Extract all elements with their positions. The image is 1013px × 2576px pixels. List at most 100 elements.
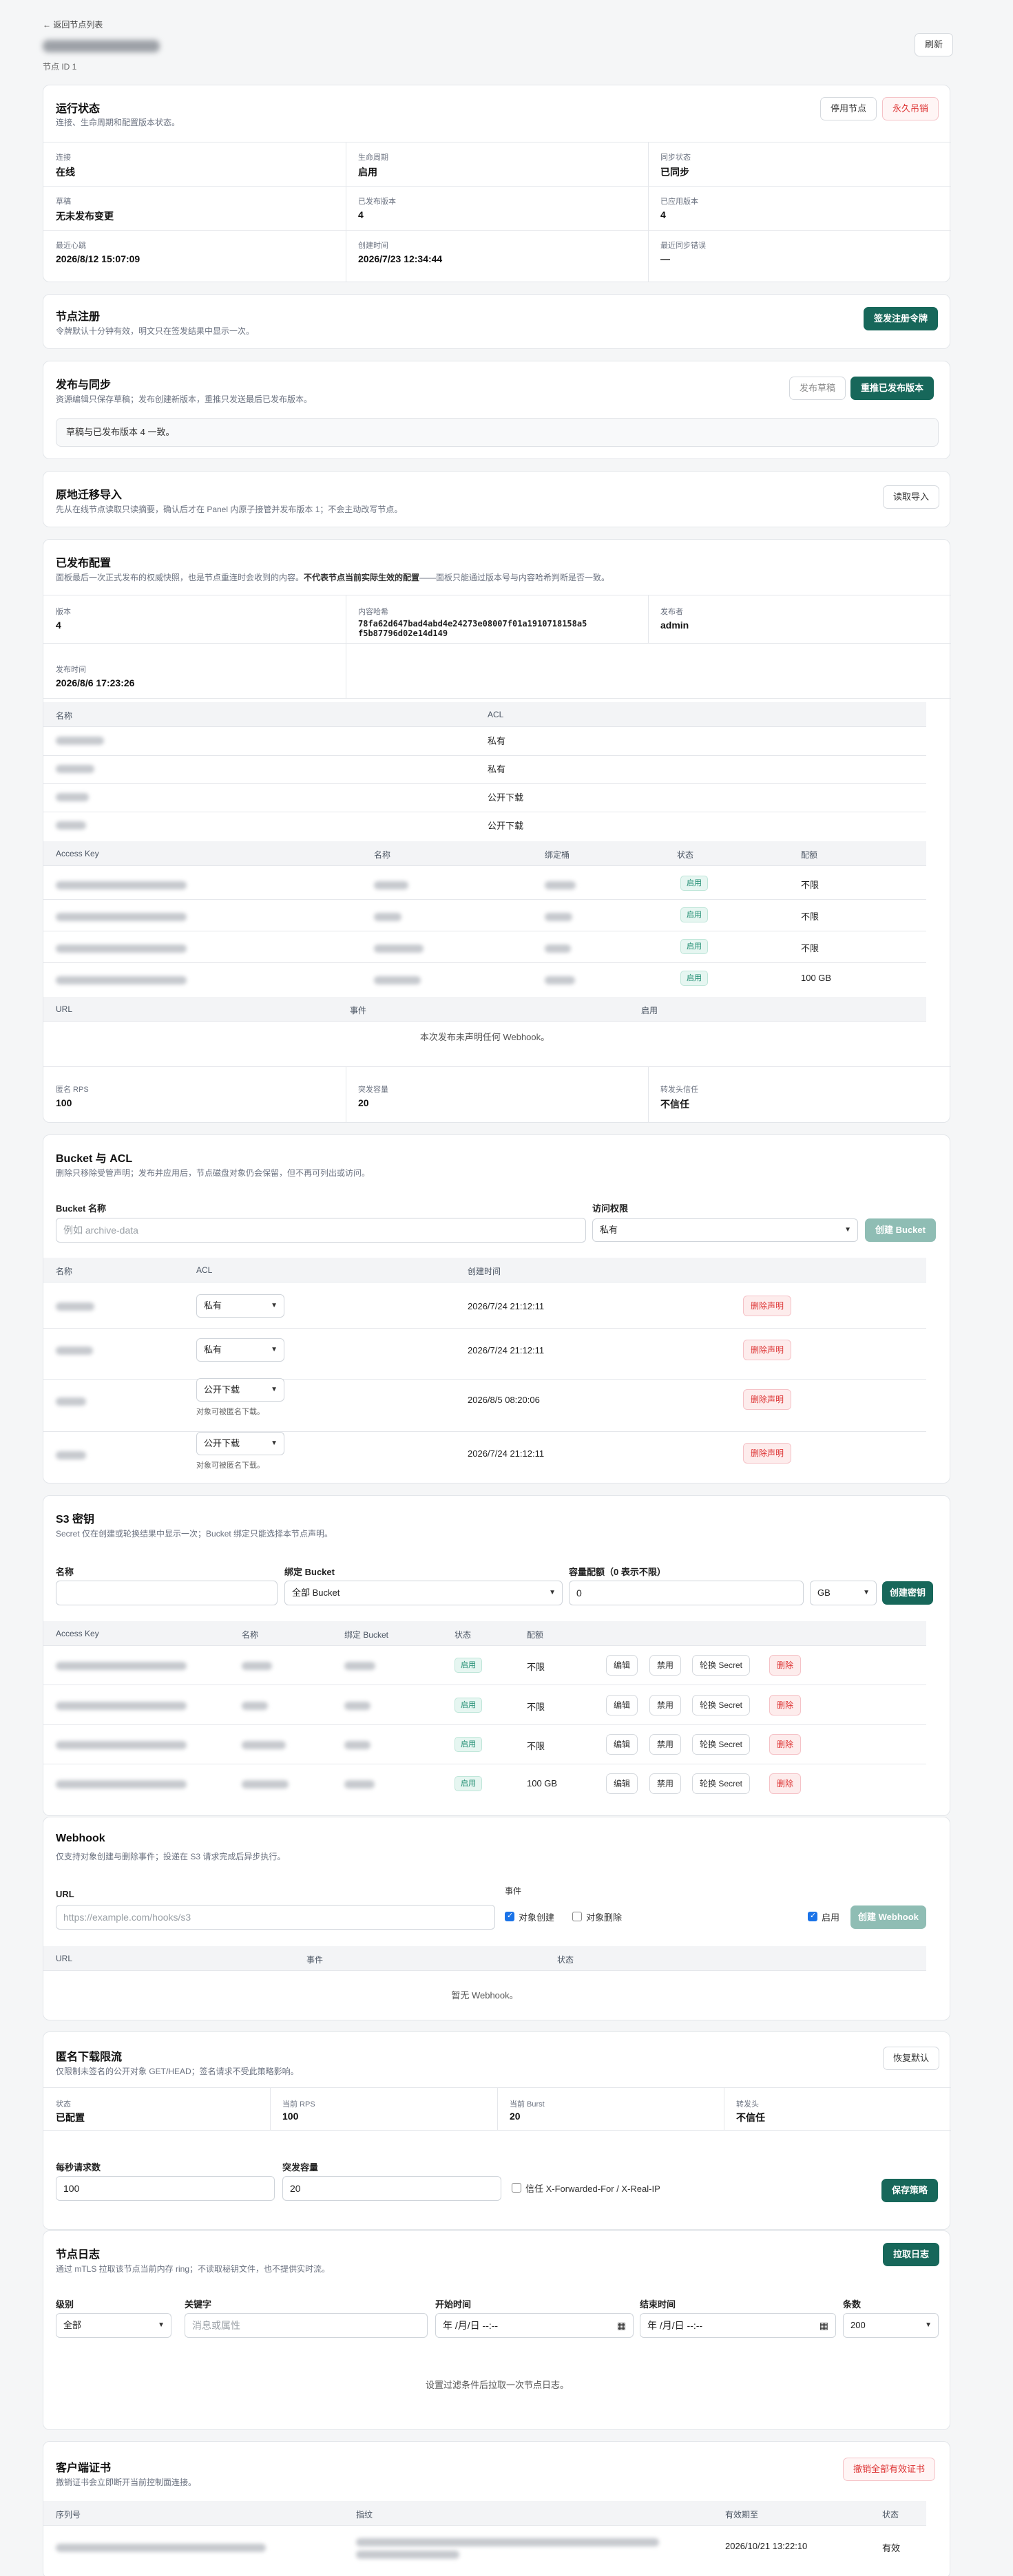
bucket-row-acl-select[interactable]: 私有 ▼	[196, 1338, 284, 1362]
published-key-table-header: Access Key 名称 绑定桶 状态 配额	[43, 841, 926, 866]
publish-card: 发布与同步 资源编辑只保存草稿；发布创建新版本，重推只发送最后已发布版本。 发布…	[43, 361, 950, 459]
delete-key-button[interactable]: 删除	[769, 1655, 802, 1676]
log-end-time-input[interactable]: 年 /月/日 --:-- ▦	[640, 2313, 836, 2338]
anon-limit-card: 匿名下载限流 仅限制未签名的公开对象 GET/HEAD；签名请求不受此策略影响。…	[43, 2031, 951, 2230]
bucket-row-name	[56, 1302, 94, 1311]
delete-key-button[interactable]: 删除	[769, 1734, 802, 1755]
edit-key-button[interactable]: 编辑	[606, 1655, 638, 1676]
delete-bucket-button[interactable]: 删除声明	[743, 1443, 792, 1464]
event-create-checkbox[interactable]	[505, 1911, 514, 1921]
published-version: 4	[56, 620, 61, 631]
published-burst: 20	[358, 1097, 369, 1108]
delete-key-button[interactable]: 删除	[769, 1695, 802, 1715]
webhook-enabled-checkbox[interactable]	[808, 1911, 817, 1921]
edit-key-button[interactable]: 编辑	[606, 1773, 638, 1794]
sync-error-value: —	[660, 253, 670, 264]
bucket-row-acl-select[interactable]: 私有 ▼	[196, 1294, 284, 1318]
bucket-acl: 公开下载	[488, 821, 524, 831]
back-link[interactable]: ← 返回节点列表	[43, 19, 103, 30]
cert-serial	[56, 2544, 266, 2552]
delete-bucket-button[interactable]: 删除声明	[743, 1296, 792, 1316]
delete-bucket-button[interactable]: 删除声明	[743, 1389, 792, 1410]
node-detail-page: ← 返回节点列表 节点 ID 1 刷新 运行状态 连接、生命周期和配置版本状态。…	[0, 0, 1013, 2576]
published-config-card: 已发布配置 面板最后一次正式发布的权威快照，也是节点重连时会收到的内容。不代表节…	[43, 539, 951, 1123]
burst-input[interactable]: 20	[282, 2176, 501, 2201]
webhook-url-input[interactable]: https://example.com/hooks/s3	[56, 1905, 495, 1930]
key-status-badge: 启用	[680, 971, 708, 986]
published-rps: 100	[56, 1097, 72, 1108]
bucket-row-name	[56, 1451, 86, 1459]
cert-status: 有效	[882, 2543, 901, 2553]
revoke-node-button[interactable]: 永久吊销	[882, 97, 939, 120]
rotate-secret-button[interactable]: 轮换 Secret	[692, 1695, 751, 1715]
repush-button[interactable]: 重推已发布版本	[850, 377, 934, 400]
applied-version-value: 4	[660, 209, 666, 220]
log-keyword-input[interactable]: 消息或属性	[185, 2313, 428, 2338]
key-status-badge: 启用	[680, 907, 708, 922]
disable-key-button[interactable]: 禁用	[649, 1734, 682, 1755]
key-table-header: Access Key 名称 绑定 Bucket 状态 配额	[43, 1621, 926, 1646]
bucket-row-acl-select[interactable]: 公开下载 ▼	[196, 1432, 284, 1455]
restore-default-button[interactable]: 恢复默认	[883, 2047, 940, 2070]
bucket-acl: 私有	[488, 764, 506, 774]
sync-value: 已同步	[660, 167, 689, 178]
status-title: 运行状态	[56, 103, 101, 115]
key-quota-input[interactable]: 0	[569, 1581, 804, 1605]
event-delete-checkbox[interactable]	[572, 1912, 582, 1921]
trust-forwarded-checkbox[interactable]	[512, 2183, 521, 2193]
key-name-input[interactable]	[56, 1581, 278, 1605]
save-policy-button[interactable]: 保存策略	[881, 2179, 939, 2202]
publish-draft-button[interactable]: 发布草稿	[789, 377, 846, 400]
rotate-secret-button[interactable]: 轮换 Secret	[692, 1655, 751, 1676]
key-status-badge: 启用	[455, 1776, 482, 1791]
refresh-button[interactable]: 刷新	[915, 33, 954, 56]
key-bucket-select[interactable]: 全部 Bucket ▼	[284, 1581, 563, 1605]
bucket-table-header: 名称 ACL 创建时间	[43, 1258, 926, 1282]
rps-input[interactable]: 100	[56, 2176, 275, 2201]
published-version-value: 4	[358, 209, 364, 220]
heartbeat-value: 2026/8/12 15:07:09	[56, 253, 140, 264]
bucket-row-name	[56, 1397, 86, 1406]
rotate-secret-button[interactable]: 轮换 Secret	[692, 1773, 751, 1794]
delete-key-button[interactable]: 删除	[769, 1773, 802, 1794]
log-count-select[interactable]: 200 ▼	[843, 2313, 939, 2338]
revoke-all-certs-button[interactable]: 撤销全部有效证书	[843, 2458, 936, 2481]
lifecycle-value: 启用	[358, 167, 377, 178]
disable-key-button[interactable]: 禁用	[649, 1695, 682, 1715]
calendar-icon: ▦	[616, 2320, 626, 2331]
s3-keys-card: S3 密钥 Secret 仅在创建或轮换结果中显示一次；Bucket 绑定只能选…	[43, 1495, 950, 1816]
bucket-name	[56, 793, 89, 801]
bucket-acl: 公开下载	[488, 792, 524, 803]
webhook-table-header: URL 事件 状态	[43, 1946, 926, 1971]
create-key-button[interactable]: 创建密钥	[882, 1581, 934, 1605]
quota-unit-select[interactable]: GB ▼	[810, 1581, 877, 1605]
edit-key-button[interactable]: 编辑	[606, 1695, 638, 1715]
read-import-button[interactable]: 读取导入	[883, 485, 940, 509]
webhook-card: Webhook 仅支持对象创建与删除事件；投递在 S3 请求完成后异步执行。 U…	[43, 1817, 950, 2020]
create-bucket-button[interactable]: 创建 Bucket	[865, 1218, 936, 1242]
log-start-time-input[interactable]: 年 /月/日 --:-- ▦	[435, 2313, 634, 2338]
create-webhook-button[interactable]: 创建 Webhook	[850, 1905, 926, 1929]
pull-logs-button[interactable]: 拉取日志	[883, 2243, 940, 2266]
key-status-badge: 启用	[455, 1737, 482, 1752]
key-status-badge: 启用	[455, 1698, 482, 1713]
bucket-row-acl-select[interactable]: 公开下载 ▼	[196, 1378, 284, 1402]
publisher: admin	[660, 620, 689, 631]
disable-key-button[interactable]: 禁用	[649, 1773, 682, 1794]
delete-bucket-button[interactable]: 删除声明	[743, 1340, 792, 1360]
log-level-select[interactable]: 全部 ▼	[56, 2313, 171, 2338]
bucket-name-input[interactable]: 例如 archive-data	[56, 1218, 586, 1243]
edit-key-button[interactable]: 编辑	[606, 1734, 638, 1755]
published-bucket-table-header: 名称 ACL	[43, 702, 926, 727]
chevron-down-icon: ▼	[844, 1226, 851, 1234]
bucket-name	[56, 821, 86, 830]
published-trust: 不信任	[660, 1099, 689, 1110]
webhook-empty: 暂无 Webhook。	[451, 1990, 519, 2000]
disable-node-button[interactable]: 停用节点	[820, 97, 877, 120]
created-value: 2026/7/23 12:34:44	[358, 253, 443, 264]
bucket-row-name	[56, 1347, 93, 1355]
bucket-acl-select[interactable]: 私有 ▼	[592, 1218, 858, 1242]
issue-token-button[interactable]: 签发注册令牌	[864, 307, 939, 330]
rotate-secret-button[interactable]: 轮换 Secret	[692, 1734, 751, 1755]
disable-key-button[interactable]: 禁用	[649, 1655, 682, 1676]
